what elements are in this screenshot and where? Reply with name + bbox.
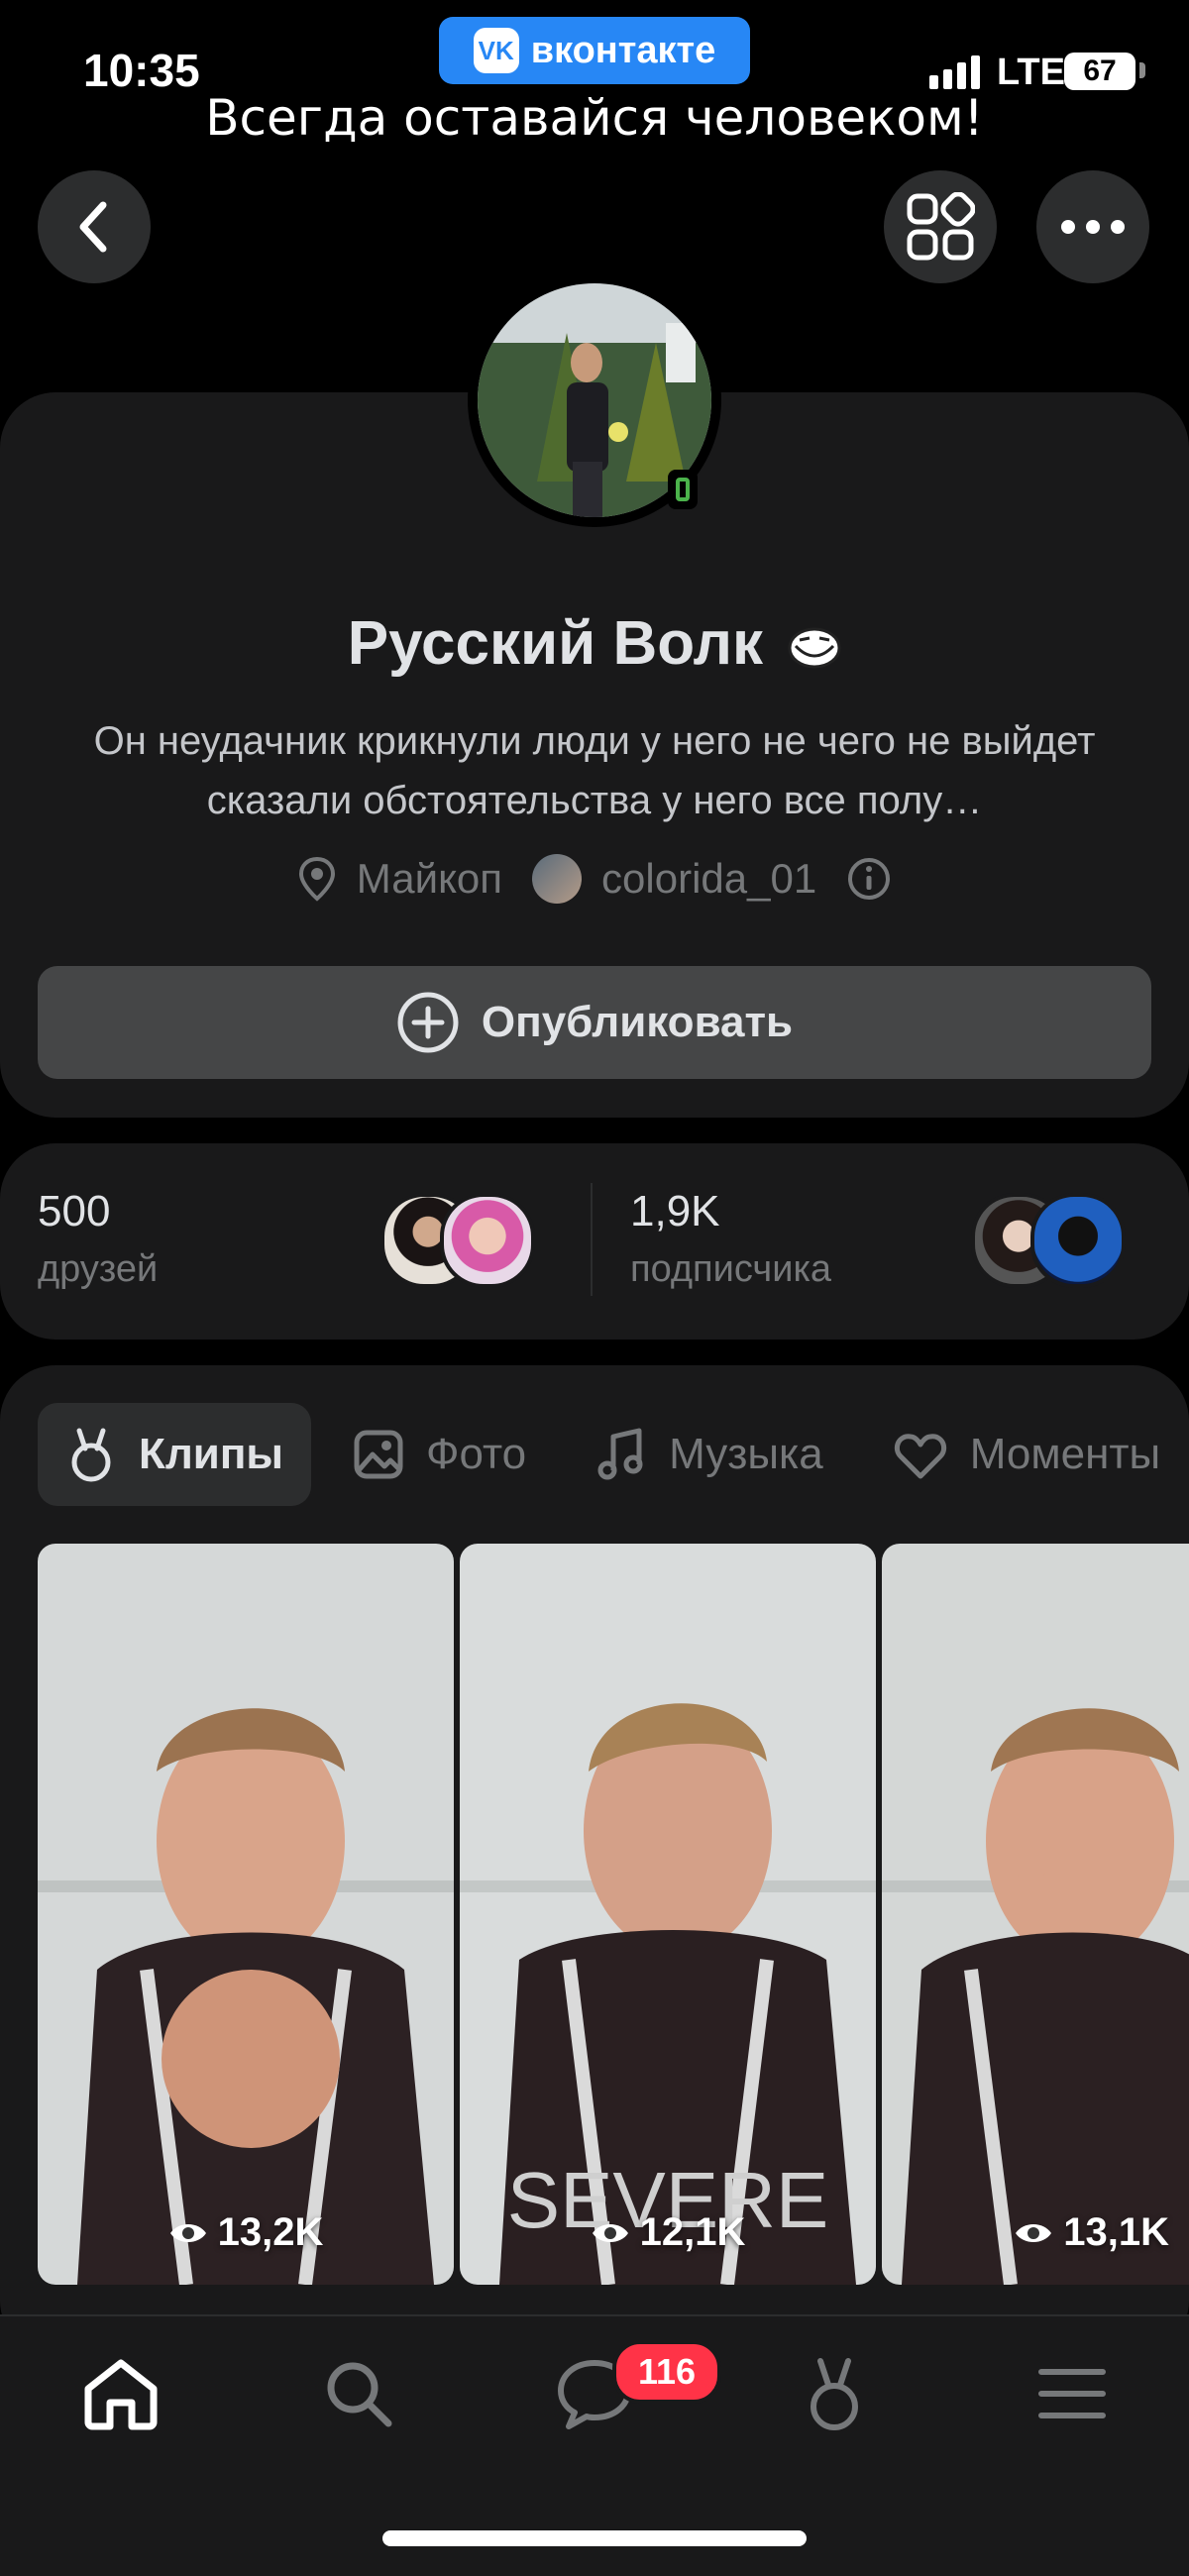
add-circle-icon	[397, 992, 459, 1053]
city-item[interactable]: Майкоп	[297, 855, 502, 903]
nav-search[interactable]	[311, 2346, 406, 2441]
nickname-item[interactable]: colorida_01	[532, 854, 816, 904]
nickname-avatar	[532, 854, 583, 904]
search-icon	[327, 2362, 392, 2427]
publish-button[interactable]: Опубликовать	[38, 966, 1151, 1079]
subscribers-label[interactable]: подписчика	[630, 1248, 831, 1291]
vk-app-badge[interactable]: VK вконтакте	[439, 17, 750, 84]
clip-thumbnail: SEVERE	[460, 1544, 876, 2285]
clip-thumbnail	[882, 1544, 1189, 2285]
clip-views: 13,2K	[38, 2210, 454, 2255]
city-label: Майкоп	[356, 855, 503, 902]
eye-icon	[592, 2223, 628, 2242]
home-indicator	[382, 2530, 807, 2546]
clip-views: 12,1K	[460, 2210, 876, 2255]
clip-item[interactable]: 13,1K	[882, 1544, 1189, 2285]
subscribers-avatars[interactable]	[971, 1193, 1126, 1288]
tab-clips[interactable]: Клипы	[38, 1403, 312, 1506]
clip-views-count: 13,2K	[217, 2210, 324, 2254]
tab-moments[interactable]: Моменты	[865, 1403, 1188, 1506]
signal-icon	[929, 55, 980, 89]
profile-status-line: Всегда оставайся человеком!	[205, 89, 984, 147]
back-button[interactable]	[38, 170, 151, 283]
clip-thumbnail	[38, 1544, 454, 2285]
clips-icon	[71, 1428, 111, 1482]
friends-avatars[interactable]	[380, 1193, 535, 1288]
vk-logo-icon: VK	[473, 28, 519, 73]
menu-icon	[1038, 2369, 1106, 2418]
profile-status[interactable]: Он неудачник крикнули люди у него не чег…	[59, 711, 1130, 830]
eye-icon	[1016, 2223, 1052, 2242]
moments-icon	[894, 1434, 946, 1479]
tab-clips-label: Клипы	[139, 1430, 284, 1478]
more-button[interactable]	[1036, 170, 1149, 283]
battery-tip	[1139, 62, 1145, 78]
clips-icon	[811, 2358, 858, 2430]
chevron-left-icon	[79, 201, 107, 253]
messages-badge: 116	[612, 2340, 721, 2404]
location-pin-icon	[298, 856, 335, 902]
vk-app-badge-label: вконтакте	[530, 29, 716, 71]
apps-button[interactable]	[884, 170, 997, 283]
stats-divider	[591, 1183, 593, 1296]
clip-views-count: 12,1K	[639, 2210, 746, 2254]
online-mobile-indicator	[668, 470, 698, 509]
friend-avatar	[440, 1193, 535, 1288]
nav-home[interactable]	[73, 2346, 168, 2441]
tab-moments-label: Моменты	[969, 1430, 1161, 1478]
eye-icon	[169, 2223, 206, 2242]
clip-views-count: 13,1K	[1063, 2210, 1169, 2254]
tab-photos[interactable]: Фото	[325, 1403, 554, 1506]
info-icon[interactable]	[846, 856, 892, 902]
tab-music-label: Музыка	[669, 1430, 823, 1478]
trollface-emoji-icon	[788, 627, 841, 669]
publish-label: Опубликовать	[481, 998, 794, 1046]
music-icon	[597, 1428, 643, 1480]
home-icon	[84, 2359, 158, 2430]
network-type: LTE	[997, 52, 1065, 93]
subscribers-count[interactable]: 1,9K	[630, 1187, 720, 1236]
tab-music[interactable]: Музыка	[568, 1403, 851, 1506]
profile-name: Русский Волк	[0, 608, 1189, 679]
tab-photos-label: Фото	[426, 1430, 527, 1478]
nickname-label: colorida_01	[601, 855, 817, 902]
clip-item[interactable]: 13,2K	[38, 1544, 454, 2285]
clip-views: 13,1K	[1014, 2210, 1169, 2255]
media-tabs: Клипы Фото Музыка Моменты	[38, 1403, 1188, 1506]
nav-menu[interactable]	[1025, 2346, 1120, 2441]
grid-icon	[907, 192, 975, 261]
nav-clips[interactable]	[787, 2346, 882, 2441]
profile-meta: Майкоп colorida_01	[0, 854, 1189, 904]
subscriber-avatar	[1030, 1193, 1126, 1288]
photo-icon	[354, 1430, 403, 1479]
friends-label[interactable]: друзей	[38, 1248, 158, 1291]
friends-count[interactable]: 500	[38, 1187, 110, 1236]
battery-icon: 67	[1064, 53, 1135, 90]
clip-item[interactable]: SEVERE 12,1K	[460, 1544, 876, 2285]
more-horizontal-icon	[1061, 220, 1125, 234]
profile-name-text: Русский Волк	[347, 609, 764, 678]
